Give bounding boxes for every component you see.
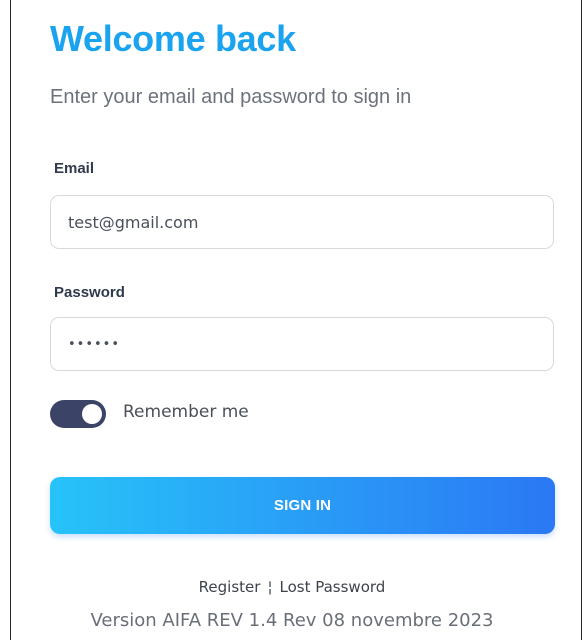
email-label: Email [54,160,95,177]
password-field[interactable] [50,317,554,371]
password-label: Password [54,284,125,301]
lost-password-link[interactable]: Lost Password [280,578,386,596]
email-field[interactable] [50,195,554,249]
version-text: Version AIFA REV 1.4 Rev 08 novembre 202… [90,610,494,631]
register-link[interactable]: Register [199,578,261,596]
toggle-knob [82,404,102,424]
footer-links: Register ¦ Lost Password [0,578,584,596]
page-subtitle: Enter your email and password to sign in [50,86,412,108]
remember-me-toggle[interactable] [50,400,106,428]
link-separator: ¦ [267,578,273,596]
remember-me-label: Remember me [123,402,249,422]
page-title: Welcome back [50,18,296,59]
sign-in-button[interactable]: SIGN IN [50,477,555,534]
